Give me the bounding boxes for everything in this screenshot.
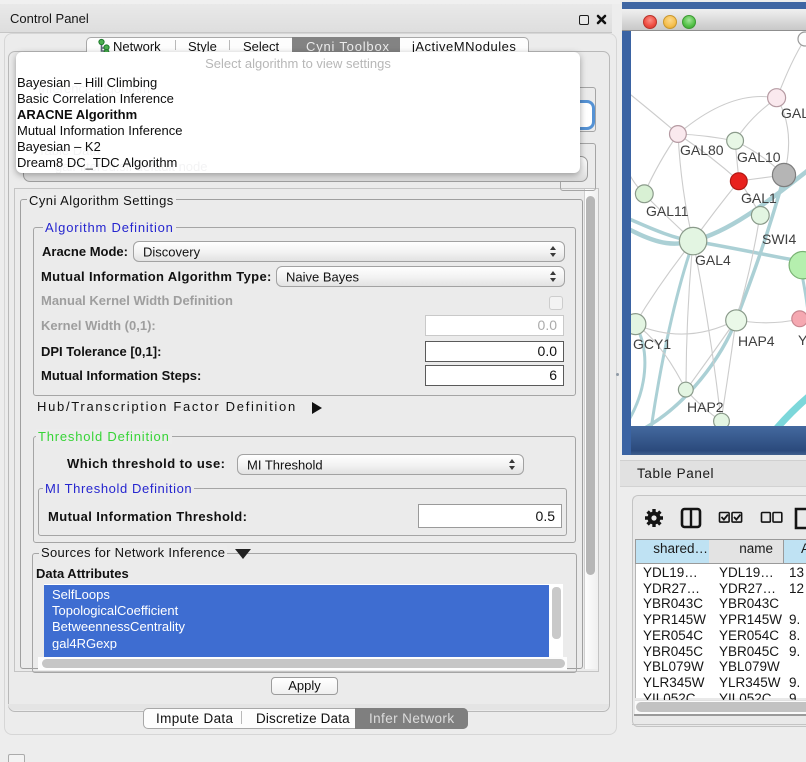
svg-text:HAP4: HAP4 [738,333,775,349]
svg-text:SWI4: SWI4 [762,231,796,247]
svg-text:GAL1: GAL1 [741,190,777,206]
svg-text:GAL7: GAL7 [781,105,806,121]
svg-text:GAL4: GAL4 [695,252,731,268]
svg-text:GAL10: GAL10 [737,149,781,165]
svg-text:Y: Y [798,332,806,348]
svg-text:GCY1: GCY1 [633,336,671,352]
svg-text:GAL11: GAL11 [646,203,689,219]
svg-text:HAP2: HAP2 [687,399,724,415]
svg-text:GAL80: GAL80 [680,142,724,158]
